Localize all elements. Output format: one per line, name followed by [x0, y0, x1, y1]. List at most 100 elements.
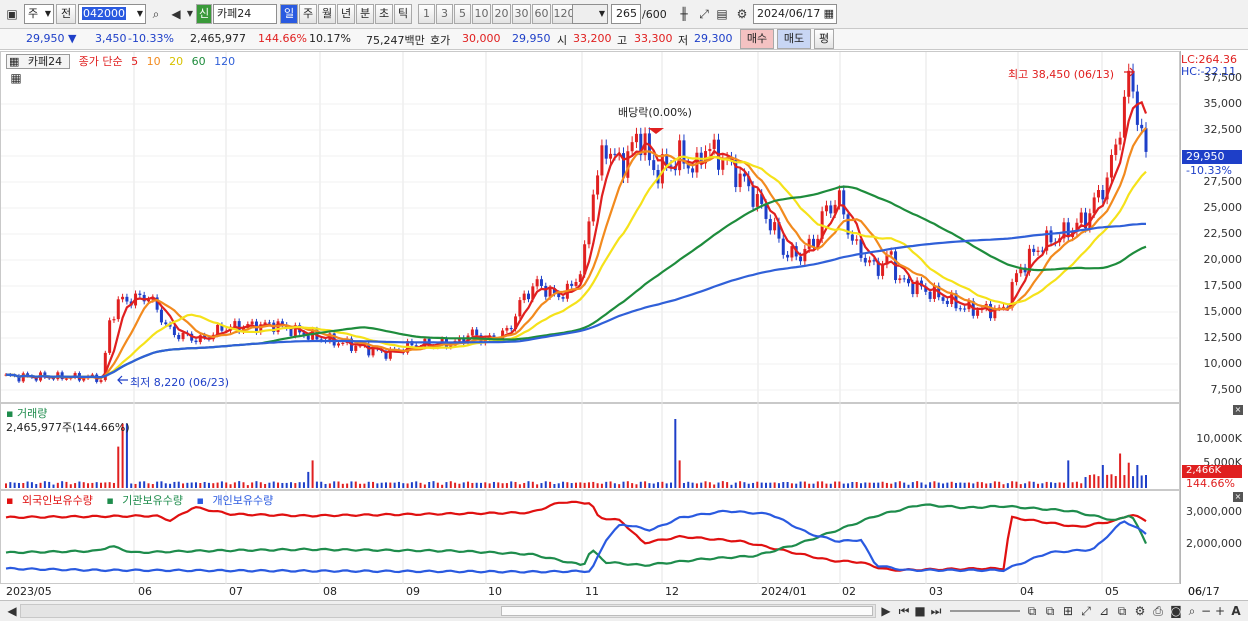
- font-size-icon[interactable]: A: [1228, 603, 1244, 619]
- volume-bar: [5, 483, 7, 488]
- candle-body: [522, 293, 526, 301]
- volume-bar: [652, 483, 655, 488]
- rewind-icon[interactable]: ⏮: [896, 603, 912, 619]
- candle-body: [907, 278, 910, 284]
- candle-body: [475, 329, 479, 336]
- volume-bar: [825, 483, 828, 488]
- fast-forward-icon[interactable]: ⏭: [928, 603, 944, 619]
- volume-bar: [1127, 462, 1130, 488]
- scrollbar-thumb[interactable]: [501, 606, 873, 616]
- volume-bar: [514, 481, 517, 488]
- volume-bar: [419, 482, 422, 488]
- volume-bar: [156, 481, 159, 488]
- volume-bar: [1002, 484, 1005, 488]
- volume-bar: [203, 481, 206, 488]
- volume-bar: [1110, 474, 1113, 488]
- volume-bar: [108, 482, 111, 488]
- close-icon[interactable]: ×: [1233, 492, 1243, 502]
- candle-body: [181, 332, 185, 340]
- volume-bar: [648, 483, 651, 488]
- volume-bar: [834, 481, 837, 488]
- volume-bar: [821, 481, 824, 488]
- copy-icon[interactable]: ⧉: [1024, 603, 1040, 619]
- volume-bar: [518, 484, 521, 488]
- volume-bar: [229, 484, 232, 488]
- table-icon[interactable]: ▦: [8, 70, 24, 86]
- candle-body: [842, 190, 846, 215]
- volume-bar: [808, 483, 811, 488]
- volume-bar: [631, 483, 634, 488]
- candle-body: [1002, 306, 1005, 308]
- volume-bar: [967, 482, 970, 488]
- stop-icon[interactable]: ■: [912, 603, 928, 619]
- volume-bar: [929, 482, 932, 488]
- zoom-in-icon[interactable]: +: [1212, 603, 1228, 619]
- volume-bar: [963, 482, 966, 488]
- volume-bar: [1011, 481, 1014, 488]
- volume-bar: [816, 481, 819, 488]
- volume-bar: [311, 460, 314, 488]
- candle-body: [652, 160, 656, 170]
- candle-body: [1118, 137, 1122, 145]
- volume-bar: [933, 481, 936, 488]
- candle-body: [337, 343, 340, 346]
- volume-bar: [290, 482, 292, 488]
- layout-split-icon[interactable]: ⧉: [1042, 603, 1058, 619]
- volume-bar: [587, 482, 590, 488]
- candle-body: [691, 168, 695, 173]
- volume-bar: [639, 481, 642, 488]
- volume-bar: [959, 482, 962, 488]
- candle-body: [738, 173, 742, 188]
- volume-bar: [644, 481, 647, 488]
- volume-bar: [579, 482, 582, 488]
- volume-bar: [1058, 482, 1061, 488]
- ruler-icon[interactable]: ⊿: [1096, 603, 1112, 619]
- candle-body: [367, 344, 371, 356]
- candle-body: [587, 221, 591, 245]
- volume-bar: [104, 482, 107, 488]
- low-annotation: 최저 8,220 (06/23): [130, 376, 230, 389]
- candle-body: [1049, 230, 1053, 243]
- candle-body: [509, 327, 513, 330]
- scrollbar-track[interactable]: [20, 604, 876, 618]
- volume-bar: [264, 483, 267, 488]
- candle-body: [945, 300, 949, 305]
- close-icon[interactable]: ×: [1233, 405, 1243, 415]
- scroll-right-icon[interactable]: ▶: [878, 603, 894, 619]
- candle-body: [898, 278, 902, 281]
- volume-bar: [1097, 476, 1100, 488]
- layout-grid-icon[interactable]: ⊞: [1060, 603, 1076, 619]
- trend-icon[interactable]: ⤢: [1078, 603, 1094, 619]
- volume-bar: [56, 482, 59, 488]
- holding-tick-3000000: 3,000,000: [1186, 505, 1242, 518]
- volume-bar: [877, 482, 880, 488]
- volume-bar: [285, 482, 288, 488]
- candle-body: [781, 238, 785, 255]
- print-icon[interactable]: ⎙: [1150, 603, 1166, 619]
- candle-body: [812, 238, 815, 247]
- camera-icon[interactable]: ◙: [1168, 603, 1184, 619]
- candle-body: [1079, 212, 1083, 223]
- compare-icon[interactable]: ⧉: [1114, 603, 1130, 619]
- volume-bar: [605, 481, 608, 488]
- settings-icon[interactable]: ⚙: [1132, 603, 1148, 619]
- volume-bar: [989, 483, 992, 488]
- candle-body: [112, 319, 116, 321]
- volume-bar: [61, 481, 64, 488]
- zoom-slider[interactable]: [950, 610, 1020, 612]
- volume-bar: [488, 483, 491, 488]
- volume-bar: [855, 481, 858, 488]
- volume-bar: [393, 482, 396, 488]
- volume-bar: [246, 485, 249, 488]
- candle-body: [712, 139, 716, 149]
- price-tick-0: 37,500: [1203, 71, 1243, 84]
- volume-bar: [842, 483, 845, 488]
- volume-bar: [713, 484, 716, 488]
- candle-body: [591, 194, 595, 222]
- volume-bar: [484, 482, 487, 488]
- volume-bar: [415, 481, 418, 488]
- chart-canvas[interactable]: [0, 0, 1248, 621]
- candle-body: [630, 142, 634, 152]
- scroll-left-icon[interactable]: ◀: [4, 603, 20, 619]
- volume-bar: [505, 483, 508, 488]
